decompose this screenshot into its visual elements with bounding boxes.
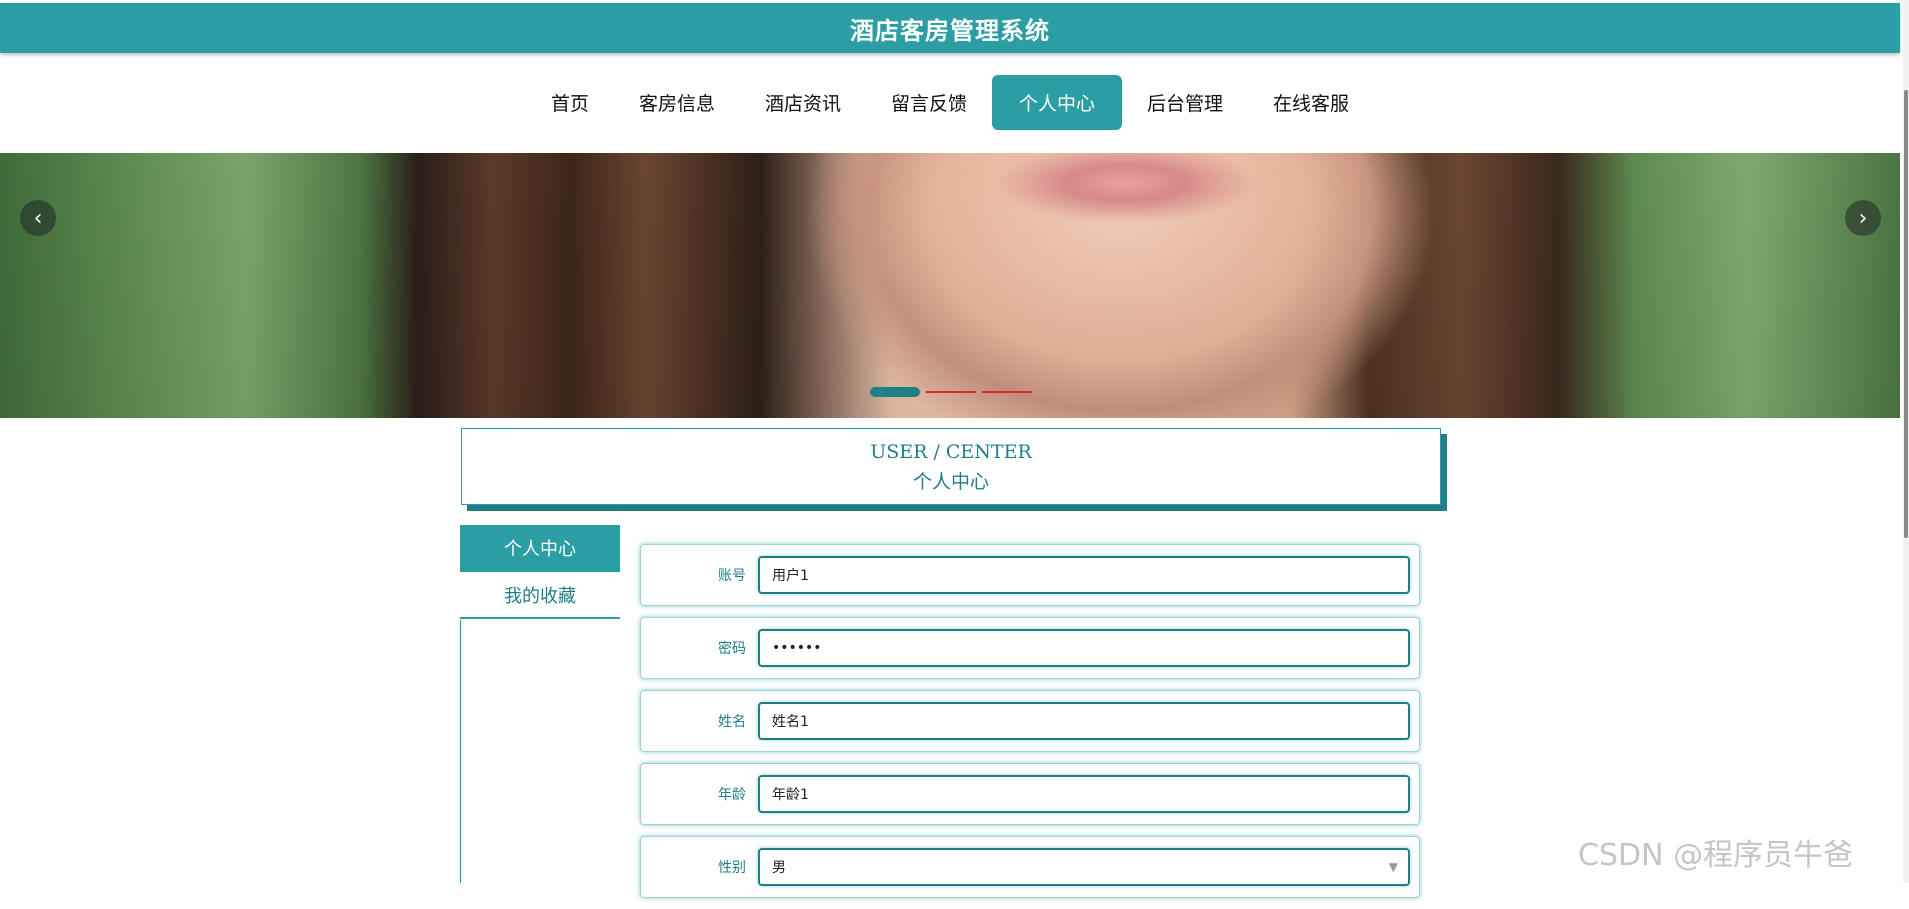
gender-select[interactable]: 男 ▼: [758, 848, 1410, 886]
main-nav: 首页 客房信息 酒店资讯 留言反馈 个人中心 后台管理 在线客服: [0, 75, 1900, 130]
section-title-zh: 个人中心: [912, 471, 989, 493]
gender-label: 性别: [718, 860, 746, 876]
age-label: 年龄: [718, 787, 746, 803]
sidebar-item-favorites[interactable]: 我的收藏: [460, 572, 620, 619]
user-sidebar: 个人中心 我的收藏: [460, 525, 620, 619]
nav-item-feedback[interactable]: 留言反馈: [866, 75, 992, 130]
form-row-account: 账号 用户1: [640, 544, 1420, 606]
sidebar-divider: [460, 620, 461, 883]
chevron-down-icon: ▼: [1388, 860, 1398, 874]
form-row-password: 密码 ••••••: [640, 617, 1420, 679]
header-bar: 酒店客房管理系统: [0, 3, 1900, 53]
user-info-form: 账号 用户1 密码 •••••• 姓名 姓名1 年龄 年龄1 性别 男 ▼: [640, 544, 1420, 909]
password-input[interactable]: ••••••: [758, 629, 1410, 667]
carousel-indicators: [870, 387, 1038, 397]
nav-item-support[interactable]: 在线客服: [1248, 75, 1374, 130]
account-label: 账号: [718, 568, 746, 584]
watermark: CSDN @程序员牛爸: [1578, 838, 1854, 873]
form-row-name: 姓名 姓名1: [640, 690, 1420, 752]
carousel-dot-2[interactable]: [926, 391, 976, 393]
nav-item-home[interactable]: 首页: [526, 75, 614, 130]
scrollbar-thumb[interactable]: [1904, 90, 1908, 538]
app-title: 酒店客房管理系统: [850, 16, 1050, 45]
password-label: 密码: [718, 641, 746, 657]
nav-item-rooms[interactable]: 客房信息: [614, 75, 740, 130]
banner-carousel: ‹ ›: [0, 153, 1900, 418]
carousel-dot-1[interactable]: [870, 387, 920, 397]
carousel-dot-3[interactable]: [982, 391, 1032, 393]
name-input[interactable]: 姓名1: [758, 702, 1410, 740]
nav-item-user-center[interactable]: 个人中心: [992, 75, 1123, 130]
chevron-right-icon[interactable]: ›: [1845, 200, 1881, 236]
chevron-left-icon[interactable]: ‹: [20, 200, 56, 236]
section-title-en: USER / CENTER: [870, 441, 1032, 463]
account-input[interactable]: 用户1: [758, 556, 1410, 594]
name-label: 姓名: [718, 714, 746, 730]
age-input[interactable]: 年龄1: [758, 775, 1410, 813]
sidebar-item-user-center[interactable]: 个人中心: [460, 525, 620, 572]
form-row-age: 年龄 年龄1: [640, 763, 1420, 825]
section-header: USER / CENTER 个人中心: [461, 428, 1441, 505]
gender-select-value: 男: [772, 860, 786, 876]
nav-item-news[interactable]: 酒店资讯: [740, 75, 866, 130]
banner-image: [0, 153, 1900, 418]
nav-item-admin[interactable]: 后台管理: [1122, 75, 1248, 130]
form-row-gender: 性别 男 ▼: [640, 836, 1420, 898]
